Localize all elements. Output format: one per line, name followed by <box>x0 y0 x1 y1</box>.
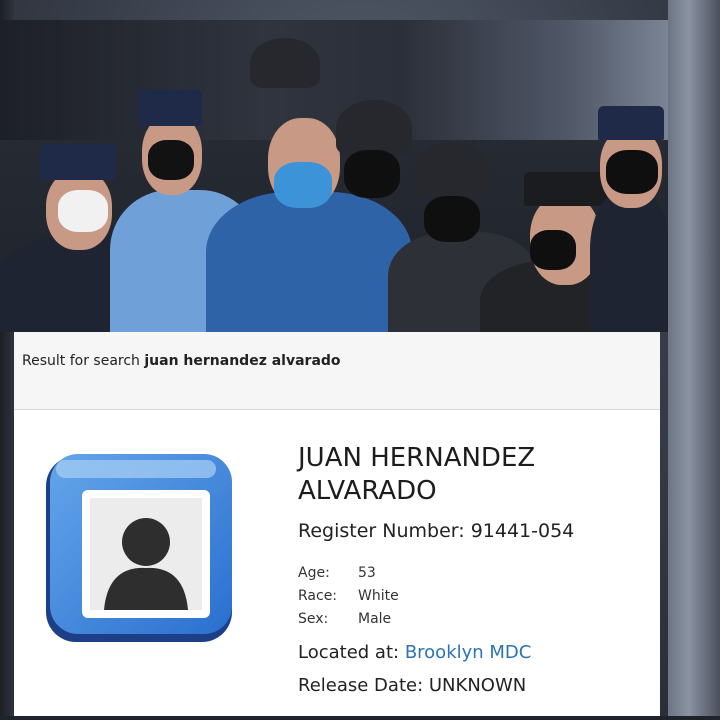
age-value: 53 <box>358 565 376 581</box>
officer-figure <box>590 190 668 332</box>
face-mask <box>274 162 332 208</box>
face-mask <box>424 196 480 242</box>
release-row: Release Date: UNKNOWN <box>298 675 526 696</box>
release-label: Release Date: <box>298 675 429 696</box>
search-query: juan hernandez alvarado <box>144 353 341 369</box>
sex-row: Sex: Male <box>298 611 391 627</box>
register-value: 91441-054 <box>470 520 575 542</box>
sex-value: Male <box>358 611 392 627</box>
race-value: White <box>358 588 399 604</box>
helmet <box>414 142 490 198</box>
news-photo <box>0 20 668 332</box>
right-border <box>668 0 720 720</box>
face-mask <box>606 150 658 194</box>
search-prefix: Result for search <box>22 353 145 369</box>
inmate-result-card: Result for search juan hernandez alvarad… <box>14 332 660 716</box>
face-mask <box>58 190 108 232</box>
location-row: Located at: Brooklyn MDC <box>298 642 531 663</box>
bottom-border <box>0 716 720 720</box>
name-line-1: JUAN HERNANDEZ <box>298 443 536 473</box>
search-summary: Result for search juan hernandez alvarad… <box>22 353 341 369</box>
face-mask <box>530 230 576 270</box>
register-label: Register Number: <box>298 520 471 542</box>
police-cap <box>40 144 116 180</box>
helmet <box>250 38 320 88</box>
location-link[interactable]: Brooklyn MDC <box>405 642 532 663</box>
inmate-name: JUAN HERNANDEZ ALVARADO <box>298 442 638 508</box>
cap <box>524 172 608 206</box>
sex-label: Sex: <box>298 611 329 627</box>
police-cap <box>138 90 202 126</box>
release-value: UNKNOWN <box>428 675 527 696</box>
photo-background <box>0 20 668 140</box>
race-row: Race: White <box>298 588 399 604</box>
helmet <box>336 100 412 156</box>
race-label: Race: <box>298 588 338 604</box>
person-silhouette-icon <box>46 454 232 642</box>
face-mask <box>344 150 400 198</box>
face-mask <box>148 140 194 180</box>
police-cap <box>598 106 664 140</box>
search-header: Result for search juan hernandez alvarad… <box>14 332 660 410</box>
avatar <box>42 450 238 650</box>
located-label: Located at: <box>298 642 405 663</box>
age-row: Age: 53 <box>298 565 376 581</box>
name-line-2: ALVARADO <box>298 476 437 506</box>
register-number: Register Number: 91441-054 <box>298 520 574 542</box>
person-figure <box>206 192 412 332</box>
age-label: Age: <box>298 565 330 581</box>
